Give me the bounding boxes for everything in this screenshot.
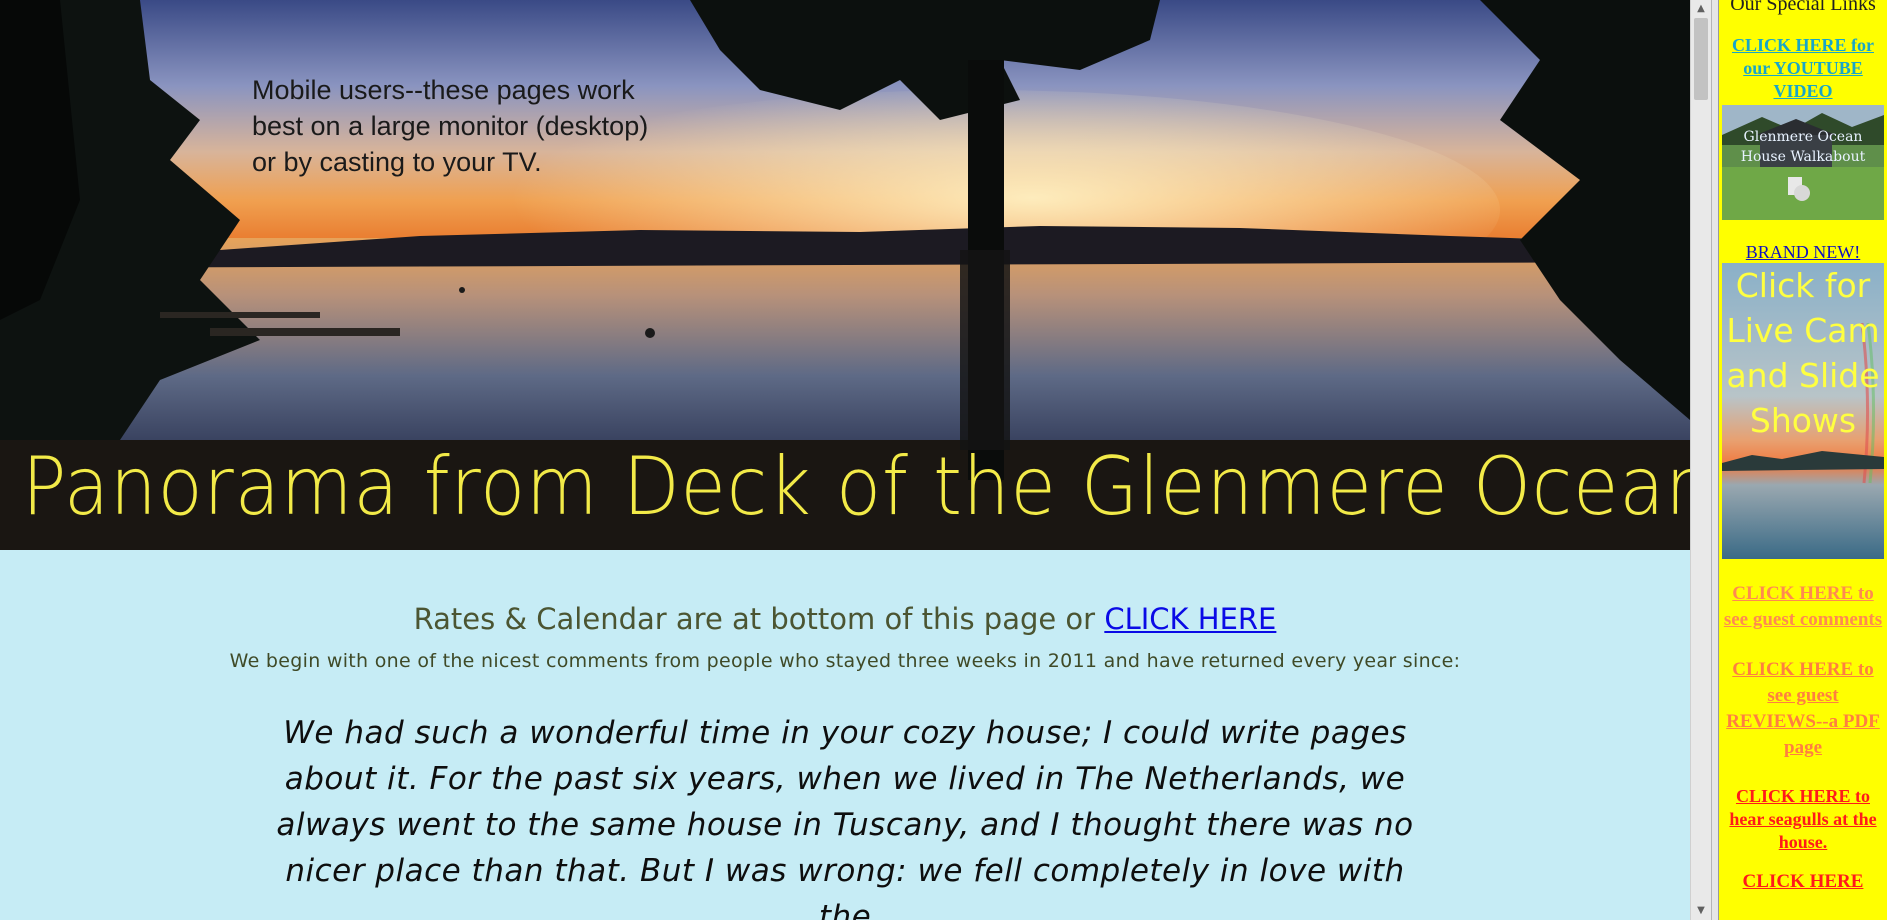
guest-comments-link[interactable]: CLICK HERE to see guest comments xyxy=(1719,581,1887,633)
seagulls-audio-link[interactable]: CLICK HERE to hear seagulls at the house… xyxy=(1719,785,1887,854)
main-content: Rates & Calendar are at bottom of this p… xyxy=(0,550,1690,920)
intro-text: We begin with one of the nicest comments… xyxy=(229,650,1461,672)
scrollbar-thumb[interactable] xyxy=(1694,18,1708,100)
youtube-video-link[interactable]: CLICK HERE for our YOUTUBE VIDEO xyxy=(1719,34,1887,103)
banner-title: Panorama from Deck of the Glenmere Ocean… xyxy=(22,440,1690,533)
special-links-sidebar: Our Special Links CLICK HERE for our YOU… xyxy=(1719,0,1887,920)
scroll-down-arrow-icon[interactable]: ▼ xyxy=(1691,902,1711,920)
rates-click-here-link[interactable]: CLICK HERE xyxy=(1104,602,1276,636)
live-cam-slideshow-button[interactable]: Click for Live Cam and Slide Shows xyxy=(1722,263,1884,559)
rates-text: Rates & Calendar are at bottom of this p… xyxy=(413,602,1105,636)
main-frame: Mobile users--these pages work best on a… xyxy=(0,0,1690,920)
main-scrollbar[interactable]: ▲ ▼ xyxy=(1690,0,1711,920)
panorama-banner: Mobile users--these pages work best on a… xyxy=(0,0,1690,550)
mobile-users-note: Mobile users--these pages work best on a… xyxy=(252,75,649,177)
walkabout-video-thumbnail[interactable]: Glenmere Ocean House Walkabout xyxy=(1722,105,1884,220)
guest-reviews-pdf-link[interactable]: CLICK HERE to see guest REVIEWS--a PDF p… xyxy=(1719,657,1887,761)
live-cam-text: Click for Live Cam and Slide Shows xyxy=(1726,266,1880,440)
brand-new-link[interactable]: BRAND NEW! xyxy=(1719,242,1887,263)
rates-calendar-line: Rates & Calendar are at bottom of this p… xyxy=(0,602,1690,636)
frame-divider[interactable] xyxy=(1711,0,1719,920)
guest-quote: We had such a wonderful time in your coz… xyxy=(276,715,1414,920)
thumbnail-caption: Glenmere Ocean House Walkabout xyxy=(1740,129,1866,165)
scroll-up-arrow-icon[interactable]: ▲ xyxy=(1691,0,1711,18)
more-click-here-link[interactable]: CLICK HERE xyxy=(1719,870,1887,893)
sidebar-heading: Our Special Links xyxy=(1730,0,1876,15)
